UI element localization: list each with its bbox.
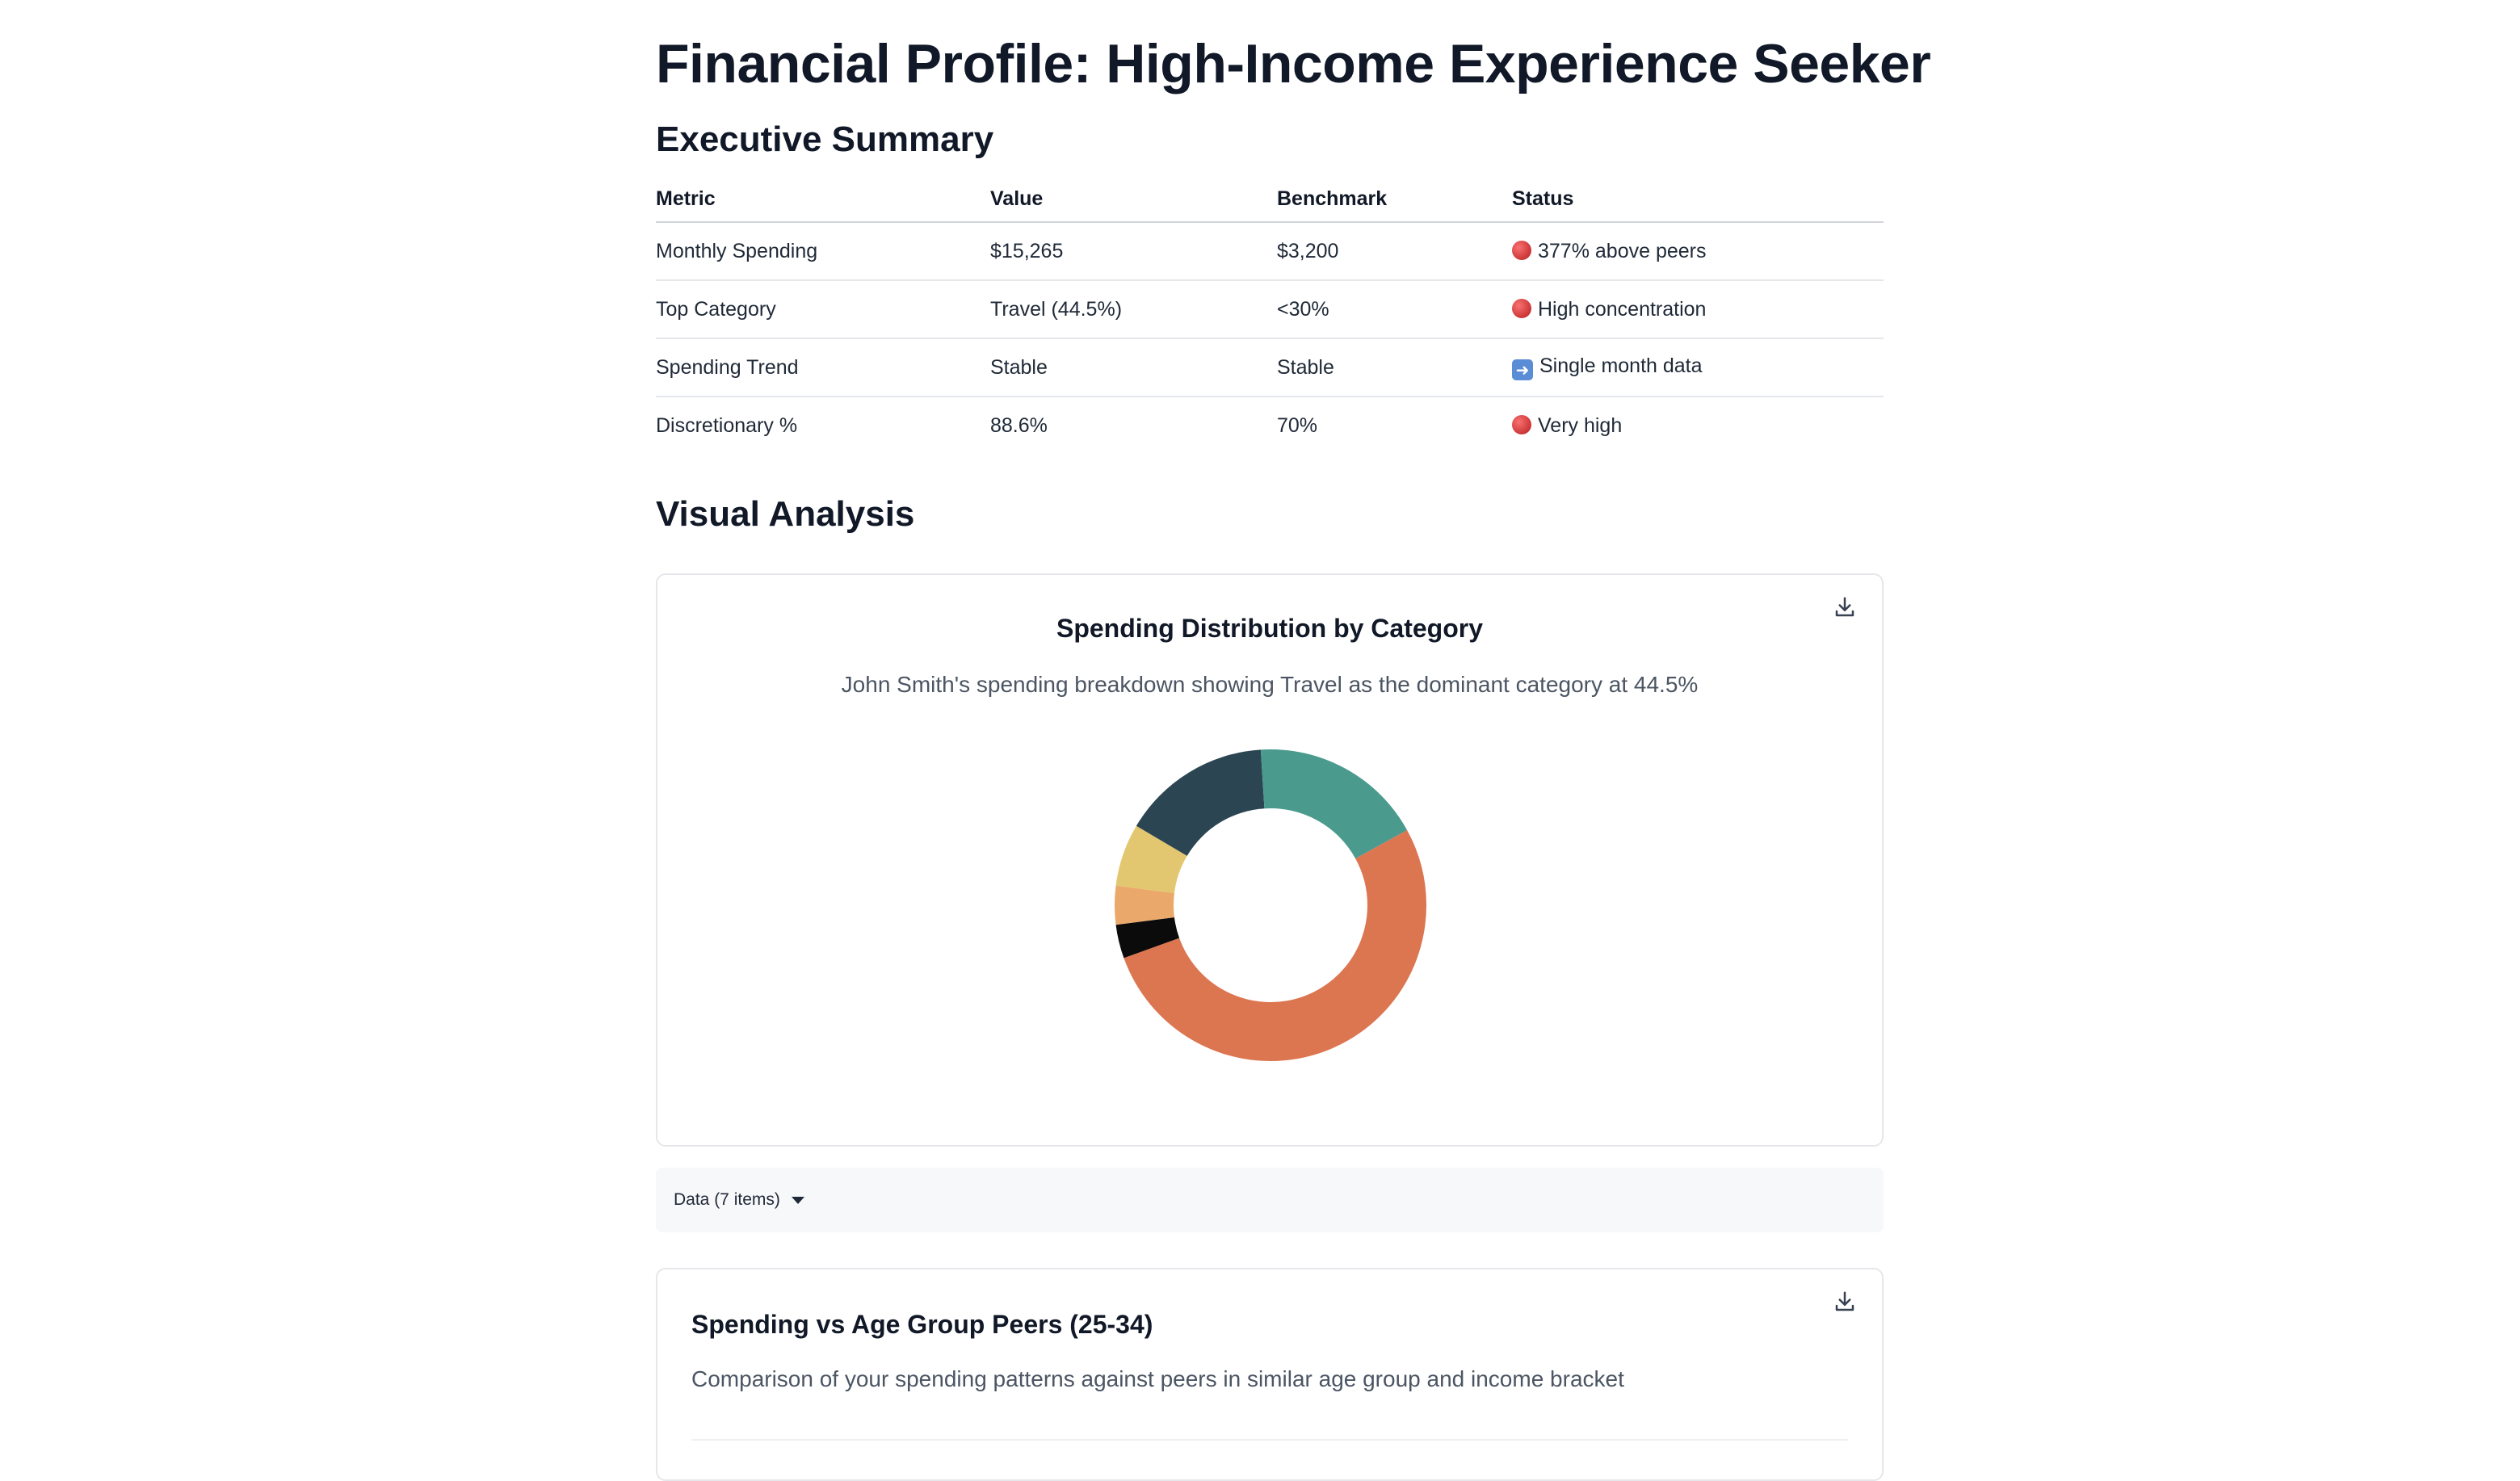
value-cell: Stable — [990, 338, 1277, 397]
status-cell: High concentration — [1512, 280, 1884, 339]
status-cell: ➜ Single month data — [1512, 338, 1884, 397]
benchmark-cell: <30% — [1277, 280, 1512, 339]
value-cell: $15,265 — [990, 222, 1277, 281]
divider — [691, 1439, 1848, 1441]
status-cell: 377% above peers — [1512, 222, 1884, 281]
section-heading-executive-summary: Executive Summary — [656, 120, 994, 159]
red-circle-icon — [1512, 414, 1531, 434]
download-icon[interactable] — [1830, 1287, 1859, 1316]
metric-cell: Top Category — [656, 280, 990, 339]
chart-title: Spending vs Age Group Peers (25-34) — [691, 1310, 1153, 1339]
benchmark-cell: Stable — [1277, 338, 1512, 397]
spending-distribution-card: Spending Distribution by Category John S… — [656, 573, 1884, 1147]
status-cell: Very high — [1512, 396, 1884, 454]
caret-down-icon — [791, 1196, 804, 1204]
status-text: 377% above peers — [1538, 239, 1707, 262]
column-header-metric: Metric — [656, 176, 990, 223]
value-cell: Travel (44.5%) — [990, 280, 1277, 339]
right-arrow-icon: ➜ — [1512, 359, 1533, 380]
donut-slice-5[interactable] — [1260, 749, 1408, 859]
table-row: Discretionary % 88.6% 70% Very high — [656, 396, 1884, 454]
table-row: Spending Trend Stable Stable ➜ Single mon… — [656, 338, 1884, 397]
metric-cell: Monthly Spending — [656, 222, 990, 281]
column-header-benchmark: Benchmark — [1277, 176, 1512, 223]
metric-cell: Spending Trend — [656, 338, 990, 397]
status-text: Single month data — [1539, 355, 1703, 377]
donut-chart — [1115, 749, 1426, 1061]
data-toggle[interactable]: Data (7 items) — [656, 1168, 1884, 1232]
chart-title: Spending Distribution by Category — [1056, 614, 1483, 643]
section-heading-visual-analysis: Visual Analysis — [656, 494, 915, 534]
benchmark-cell: $3,200 — [1277, 222, 1512, 281]
peer-comparison-card: Spending vs Age Group Peers (25-34) Comp… — [656, 1268, 1884, 1481]
summary-table: Metric Value Benchmark Status Monthly Sp… — [656, 176, 1884, 454]
value-cell: 88.6% — [990, 413, 1048, 437]
page-title: Financial Profile: High-Income Experienc… — [656, 33, 1931, 94]
table-row: Top Category Travel (44.5%) <30% High co… — [656, 280, 1884, 339]
red-circle-icon — [1512, 240, 1531, 260]
chart-description: John Smith's spending breakdown showing … — [841, 672, 1699, 697]
metric-cell: Discretionary % — [656, 413, 798, 437]
red-circle-icon — [1512, 298, 1531, 318]
chart-description: Comparison of your spending patterns aga… — [691, 1366, 1624, 1391]
column-header-value: Value — [990, 176, 1277, 223]
table-row: Monthly Spending $15,265 $3,200 377% abo… — [656, 222, 1884, 281]
status-text: High concentration — [1538, 297, 1707, 321]
status-text: Very high — [1538, 413, 1623, 437]
column-header-status: Status — [1512, 176, 1884, 223]
benchmark-cell: 70% — [1277, 413, 1318, 437]
table-header-row: Metric Value Benchmark Status — [656, 176, 1884, 223]
data-toggle-label: Data (7 items) — [674, 1190, 780, 1209]
